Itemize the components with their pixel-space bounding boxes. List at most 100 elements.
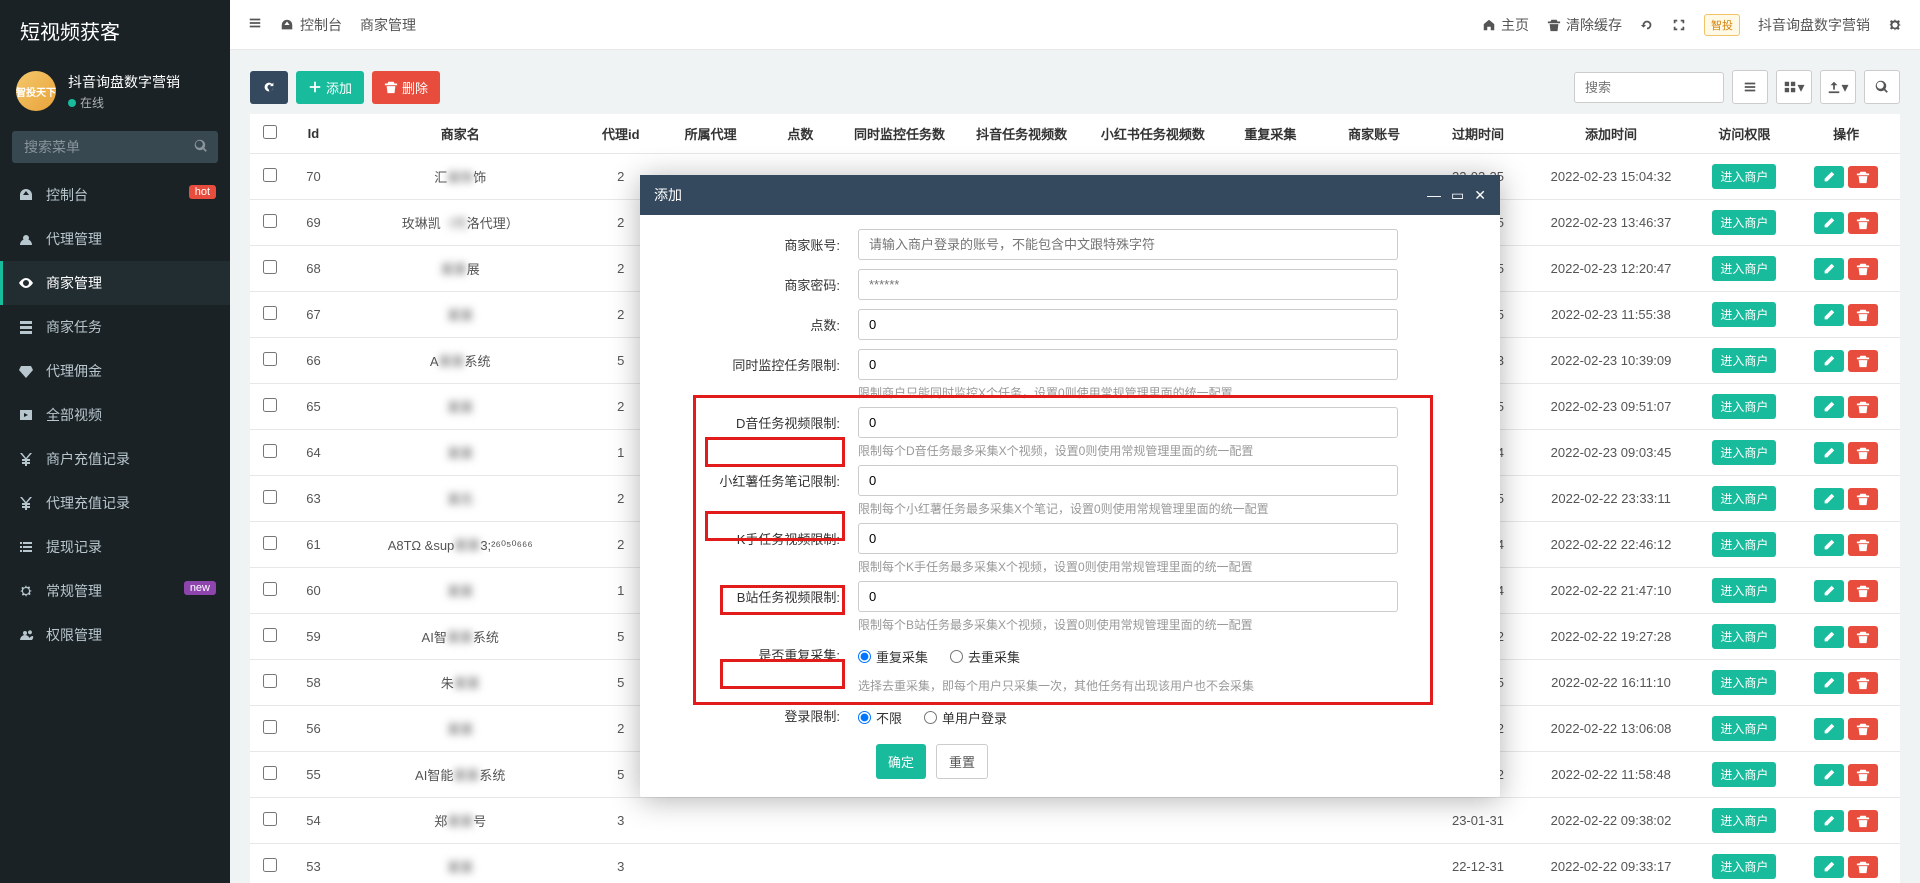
select-all-checkbox[interactable]	[263, 125, 277, 139]
table-header-0[interactable]	[250, 114, 289, 154]
minimize-icon[interactable]: —	[1427, 187, 1441, 204]
row-checkbox[interactable]	[263, 260, 277, 274]
row-checkbox[interactable]	[263, 628, 277, 642]
enter-merchant-button[interactable]: 进入商户	[1712, 624, 1776, 649]
xhs-input[interactable]	[858, 465, 1398, 496]
row-delete-button[interactable]	[1848, 534, 1878, 556]
fullscreen-icon[interactable]	[1672, 18, 1686, 32]
enter-merchant-button[interactable]: 进入商户	[1712, 348, 1776, 373]
topbar-account[interactable]: 抖音询盘数字营销	[1758, 15, 1870, 35]
row-checkbox[interactable]	[263, 674, 277, 688]
edit-button[interactable]	[1814, 258, 1844, 280]
repeat-opt1[interactable]: 重复采集	[858, 647, 928, 666]
delete-button[interactable]: 删除	[372, 71, 440, 104]
enter-merchant-button[interactable]: 进入商户	[1712, 440, 1776, 465]
breadcrumb-dashboard[interactable]: 控制台	[280, 15, 342, 35]
row-delete-button[interactable]	[1848, 488, 1878, 510]
enter-merchant-button[interactable]: 进入商户	[1712, 486, 1776, 511]
account-input[interactable]	[858, 229, 1398, 260]
repeat-opt2[interactable]: 去重采集	[950, 647, 1020, 666]
enter-merchant-button[interactable]: 进入商户	[1712, 394, 1776, 419]
sidebar-item-7[interactable]: 代理充值记录	[0, 481, 230, 525]
sidebar-item-4[interactable]: 代理佣金	[0, 349, 230, 393]
close-icon[interactable]: ✕	[1474, 187, 1486, 204]
edit-button[interactable]	[1814, 810, 1844, 832]
modal-header[interactable]: 添加 — ▭ ✕	[640, 175, 1500, 215]
row-delete-button[interactable]	[1848, 764, 1878, 786]
enter-merchant-button[interactable]: 进入商户	[1712, 256, 1776, 281]
enter-merchant-button[interactable]: 进入商户	[1712, 578, 1776, 603]
edit-button[interactable]	[1814, 350, 1844, 372]
row-delete-button[interactable]	[1848, 672, 1878, 694]
row-checkbox[interactable]	[263, 766, 277, 780]
row-delete-button[interactable]	[1848, 810, 1878, 832]
enter-merchant-button[interactable]: 进入商户	[1712, 854, 1776, 879]
search-button[interactable]	[1864, 70, 1900, 104]
refresh-button[interactable]	[250, 71, 288, 104]
douyin-input[interactable]	[858, 407, 1398, 438]
row-checkbox[interactable]	[263, 812, 277, 826]
login-opt1[interactable]: 不限	[858, 708, 902, 727]
table-header-13[interactable]: 访问权限	[1697, 114, 1793, 154]
edit-button[interactable]	[1814, 718, 1844, 740]
table-header-11[interactable]: 过期时间	[1431, 114, 1526, 154]
enter-merchant-button[interactable]: 进入商户	[1712, 808, 1776, 833]
row-delete-button[interactable]	[1848, 396, 1878, 418]
row-checkbox[interactable]	[263, 168, 277, 182]
sidebar-item-10[interactable]: 权限管理	[0, 613, 230, 657]
monitor-input[interactable]	[858, 349, 1398, 380]
row-checkbox[interactable]	[263, 444, 277, 458]
table-header-8[interactable]: 小红书任务视频数	[1083, 114, 1224, 154]
confirm-button[interactable]: 确定	[876, 744, 926, 779]
table-header-6[interactable]: 同时监控任务数	[838, 114, 960, 154]
row-checkbox[interactable]	[263, 306, 277, 320]
table-header-1[interactable]: Id	[289, 114, 337, 154]
password-input[interactable]	[858, 269, 1398, 300]
table-header-7[interactable]: 抖音任务视频数	[961, 114, 1083, 154]
sidebar-search-input[interactable]	[12, 131, 218, 163]
settings-icon[interactable]	[1888, 18, 1902, 32]
row-checkbox[interactable]	[263, 398, 277, 412]
sidebar-item-0[interactable]: 控制台hot	[0, 173, 230, 217]
enter-merchant-button[interactable]: 进入商户	[1712, 670, 1776, 695]
sidebar-item-2[interactable]: 商家管理	[0, 261, 230, 305]
sidebar-item-5[interactable]: 全部视频	[0, 393, 230, 437]
edit-button[interactable]	[1814, 764, 1844, 786]
row-checkbox[interactable]	[263, 582, 277, 596]
edit-button[interactable]	[1814, 304, 1844, 326]
row-delete-button[interactable]	[1848, 442, 1878, 464]
enter-merchant-button[interactable]: 进入商户	[1712, 164, 1776, 189]
edit-button[interactable]	[1814, 856, 1844, 878]
row-delete-button[interactable]	[1848, 718, 1878, 740]
row-delete-button[interactable]	[1848, 258, 1878, 280]
row-delete-button[interactable]	[1848, 350, 1878, 372]
enter-merchant-button[interactable]: 进入商户	[1712, 716, 1776, 741]
kuaishou-input[interactable]	[858, 523, 1398, 554]
row-checkbox[interactable]	[263, 352, 277, 366]
enter-merchant-button[interactable]: 进入商户	[1712, 532, 1776, 557]
edit-button[interactable]	[1814, 672, 1844, 694]
enter-merchant-button[interactable]: 进入商户	[1712, 762, 1776, 787]
search-icon[interactable]	[194, 139, 208, 156]
sidebar-item-8[interactable]: 提现记录	[0, 525, 230, 569]
row-checkbox[interactable]	[263, 536, 277, 550]
reset-button[interactable]: 重置	[936, 744, 988, 779]
table-header-3[interactable]: 代理id	[583, 114, 659, 154]
sidebar-item-3[interactable]: 商家任务	[0, 305, 230, 349]
table-header-2[interactable]: 商家名	[338, 114, 583, 154]
clear-cache-link[interactable]: 清除缓存	[1547, 15, 1622, 35]
export-button[interactable]: ▾	[1820, 70, 1856, 104]
row-delete-button[interactable]	[1848, 856, 1878, 878]
edit-button[interactable]	[1814, 580, 1844, 602]
enter-merchant-button[interactable]: 进入商户	[1712, 210, 1776, 235]
row-delete-button[interactable]	[1848, 304, 1878, 326]
menu-toggle-icon[interactable]	[248, 16, 262, 33]
edit-button[interactable]	[1814, 626, 1844, 648]
edit-button[interactable]	[1814, 166, 1844, 188]
row-checkbox[interactable]	[263, 214, 277, 228]
view-list-button[interactable]	[1732, 70, 1768, 104]
row-delete-button[interactable]	[1848, 626, 1878, 648]
edit-button[interactable]	[1814, 488, 1844, 510]
view-grid-button[interactable]: ▾	[1776, 70, 1812, 104]
row-checkbox[interactable]	[263, 858, 277, 872]
